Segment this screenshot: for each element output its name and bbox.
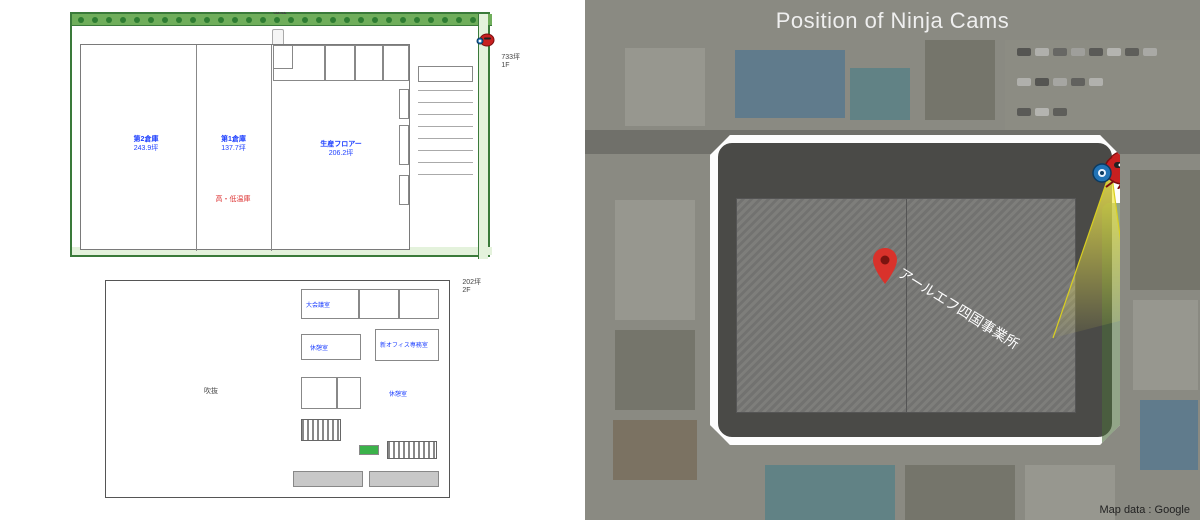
fp1-building-outline: 第2倉庫 243.9坪 第1倉庫 137.7坪 高・低温庫 生産フロアー 206… [80, 44, 410, 250]
floorplan-1f: 道路 733坪 1F [70, 12, 490, 257]
rest-room-label: 休憩室 [310, 343, 328, 352]
warehouse2-area: 243.9坪 [134, 145, 159, 152]
ninja-cam-mini-icon [476, 32, 496, 48]
warehouse2-label: 第2倉庫 243.9坪 [111, 135, 181, 153]
production-area: 206.2坪 [329, 150, 354, 157]
map-attribution: Map data : Google [1099, 504, 1190, 516]
camera-fov-cone [1033, 163, 1133, 343]
fp1-east-strip [478, 14, 488, 259]
fp2-right-wing: 大会議室 休憩室 新オフィス専務室 休憩室 [301, 289, 441, 489]
fp1-area-label: 733坪 1F [501, 54, 520, 71]
warehouse2-name: 第2倉庫 [134, 136, 159, 143]
fp1-floor-number: 1F [501, 62, 509, 69]
warehouse1-name: 第1倉庫 [221, 136, 246, 143]
satellite-panel: Position of Ninja Cams [585, 0, 1200, 520]
fp2-area-label: 202坪 2F [462, 279, 481, 296]
fp2-floor-number: 2F [462, 287, 470, 294]
office-label: 新オフィス専務室 [380, 340, 428, 349]
green-marker [359, 445, 379, 455]
atrium-area: 吹抜 [121, 296, 301, 486]
production-name: 生産フロアー [320, 141, 362, 148]
floorplans-panel: 道路 733坪 1F [0, 0, 585, 520]
warehouse1-label: 第1倉庫 137.7坪 [206, 135, 261, 153]
production-label: 生産フロアー 206.2坪 [301, 140, 381, 158]
satellite-title: Position of Ninja Cams [585, 8, 1200, 34]
atrium-label: 吹抜 [121, 386, 301, 396]
warehouse1-area: 137.7坪 [221, 145, 246, 152]
satellite-highlight-frame: アールエフ四国事業所 [710, 135, 1120, 445]
floorplan-2f: 202坪 2F 吹抜 大会議室 休憩室 新オフィス専務室 休憩室 [105, 280, 450, 498]
other-room-label: 休憩室 [389, 389, 407, 398]
warehouse1-note: 高・低温庫 [203, 195, 263, 204]
target-building-roof [736, 198, 1076, 413]
meeting-room-label: 大会議室 [306, 300, 330, 309]
map-pin-icon [873, 248, 897, 284]
fp1-area-tsubo: 733坪 [501, 54, 520, 61]
fp2-area-tsubo: 202坪 [462, 279, 481, 286]
